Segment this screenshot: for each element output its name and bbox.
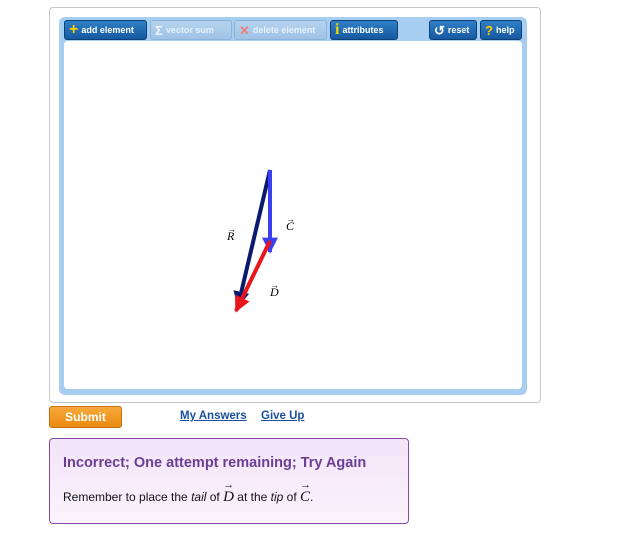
drawing-canvas[interactable]: [64, 41, 522, 389]
help-button[interactable]: ? help: [480, 20, 522, 40]
info-icon: i: [335, 21, 340, 38]
plus-icon: +: [69, 21, 79, 38]
attributes-label: attributes: [342, 25, 384, 35]
add-element-label: add element: [81, 25, 134, 35]
feedback-tail-word: tail: [191, 490, 207, 504]
feedback-period: .: [310, 490, 314, 504]
feedback-text-at: at the: [233, 490, 271, 504]
attributes-button[interactable]: i attributes: [330, 20, 398, 40]
add-element-button[interactable]: + add element: [64, 20, 147, 40]
feedback-vector-C: → C: [300, 479, 312, 505]
feedback-vector-D: → D: [223, 479, 235, 505]
help-label: help: [495, 25, 515, 35]
feedback-title: Incorrect; One attempt remaining; Try Ag…: [63, 455, 367, 471]
submit-button[interactable]: Submit: [49, 406, 122, 428]
feedback-text-of2: of: [283, 490, 301, 504]
feedback-box: Incorrect; One attempt remaining; Try Ag…: [49, 438, 409, 524]
give-up-link[interactable]: Give Up: [261, 410, 304, 422]
sigma-icon: Σ: [155, 22, 163, 38]
feedback-text-prefix: Remember to place the: [63, 490, 192, 504]
reset-button[interactable]: ↺ reset: [429, 20, 477, 40]
x-icon: ✕: [239, 22, 250, 38]
reset-icon: ↺: [434, 22, 445, 38]
feedback-message: Remember to place the tail of → D at the …: [63, 479, 314, 506]
vector-sum-button[interactable]: Σ vector sum: [150, 20, 232, 40]
delete-element-button[interactable]: ✕ delete element: [234, 20, 327, 40]
feedback-tip-word: tip: [270, 490, 284, 504]
vector-sum-label: vector sum: [165, 25, 214, 35]
question-icon: ?: [485, 22, 493, 38]
feedback-text-of1: of: [206, 490, 224, 504]
delete-element-label: delete element: [252, 25, 316, 35]
reset-label: reset: [447, 25, 470, 35]
my-answers-link[interactable]: My Answers: [180, 410, 247, 422]
